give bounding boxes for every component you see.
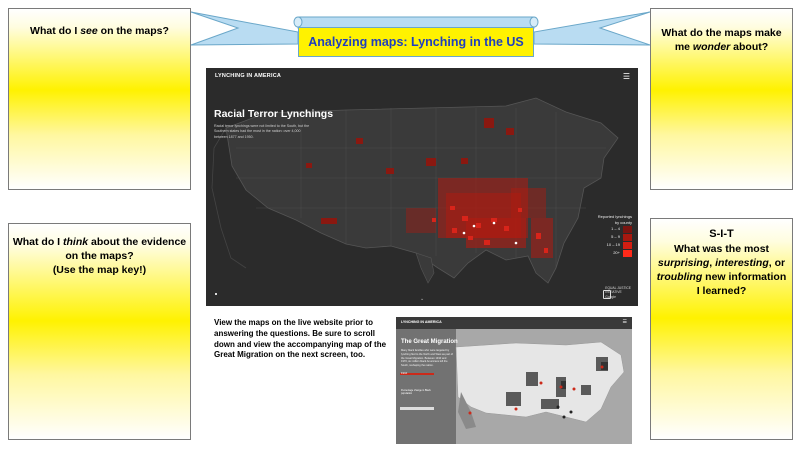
question-wonder-line1: What do the maps make: [661, 27, 782, 39]
question-think-line2: on the maps?: [65, 250, 134, 263]
map2-description: Many black families who were targeted by…: [401, 349, 453, 367]
instructions-text: View the maps on the live website prior …: [214, 318, 387, 360]
great-migration-map[interactable]: LYNCHING IN AMERICA ☰ The Great Migratio…: [396, 317, 632, 444]
question-think-pre: What do I: [12, 236, 64, 248]
map1-brand: LYNCHING IN AMERICA: [215, 73, 282, 79]
question-sit-title: S-I-T: [709, 228, 734, 240]
map1-dot-icon: [215, 293, 217, 295]
map2-year: 1910: [401, 371, 408, 375]
map1-logo-text: EQUAL JUSTICE INITIATIVE Google: [605, 286, 631, 299]
map2-brand: LYNCHING IN AMERICA: [401, 320, 442, 324]
question-wonder-pre: me: [674, 41, 693, 54]
question-box-sit: S-I-T What was the most surprising, inte…: [650, 218, 793, 440]
great-migration-map-graphic: [396, 317, 632, 444]
question-sit-mid2: , or: [768, 257, 786, 270]
map1-key-swatch: [623, 241, 632, 249]
question-box-wonder: What do the maps make me wonder about?: [650, 8, 793, 190]
question-see-pre: What do I: [30, 25, 81, 37]
map2-legend: Percentage change in Black population: [401, 389, 431, 396]
question-wonder-post: about?: [730, 41, 769, 54]
map1-description: Racial terror lynchings were not limited…: [214, 124, 310, 139]
question-sit-em1: surprising: [657, 257, 710, 270]
map1-key: Reported lynchings by county 1 – 4 5 – 9…: [586, 214, 632, 257]
map1-key-row: 5 – 9: [586, 233, 632, 241]
question-think-em: think: [63, 236, 89, 248]
map1-key-label: 10 – 19: [606, 242, 620, 248]
scroll-down-chevron-icon[interactable]: ⌄: [420, 296, 424, 302]
question-sit-em2: interesting: [715, 257, 769, 270]
question-wonder-em: wonder: [692, 41, 731, 54]
map1-key-swatch: [623, 249, 632, 257]
map2-title: The Great Migration: [401, 339, 458, 345]
map1-logo-line3: Google: [605, 294, 616, 299]
map1-key-swatch: [623, 225, 632, 233]
lynching-map-graphic: [211, 97, 619, 284]
map1-title: Racial Terror Lynchings: [214, 108, 334, 120]
question-box-think: What do I think about the evidence on th…: [8, 223, 191, 440]
map1-key-row: 20+: [586, 249, 632, 257]
map1-key-row: 1 – 4: [586, 225, 632, 233]
question-sit-line2: What was the most: [673, 242, 770, 255]
question-sit-line5: I learned?: [696, 285, 747, 298]
map1-key-label: 5 – 9: [611, 234, 620, 240]
question-see-em: see: [80, 25, 98, 37]
question-box-see: What do I see on the maps?: [8, 8, 191, 190]
question-think-post: about the evidence: [88, 236, 187, 248]
map2-menu-icon[interactable]: ☰: [623, 319, 627, 325]
map1-menu-icon[interactable]: ☰: [623, 72, 630, 81]
map1-key-swatch: [623, 233, 632, 241]
map1-key-row: 10 – 19: [586, 241, 632, 249]
question-think-line3: (Use the map key!): [52, 264, 147, 277]
question-see-post: on the maps?: [97, 25, 169, 37]
map1-key-label: 20+: [613, 250, 620, 256]
map1-key-label: 1 – 4: [611, 226, 620, 232]
question-sit-em3: troubling: [656, 271, 703, 284]
lynching-map[interactable]: LYNCHING IN AMERICA ☰ Racial Terror Lync…: [206, 68, 638, 306]
question-sit-post3: new information: [702, 271, 787, 284]
banner-title: Analyzing maps: Lynching in the US: [298, 27, 534, 57]
